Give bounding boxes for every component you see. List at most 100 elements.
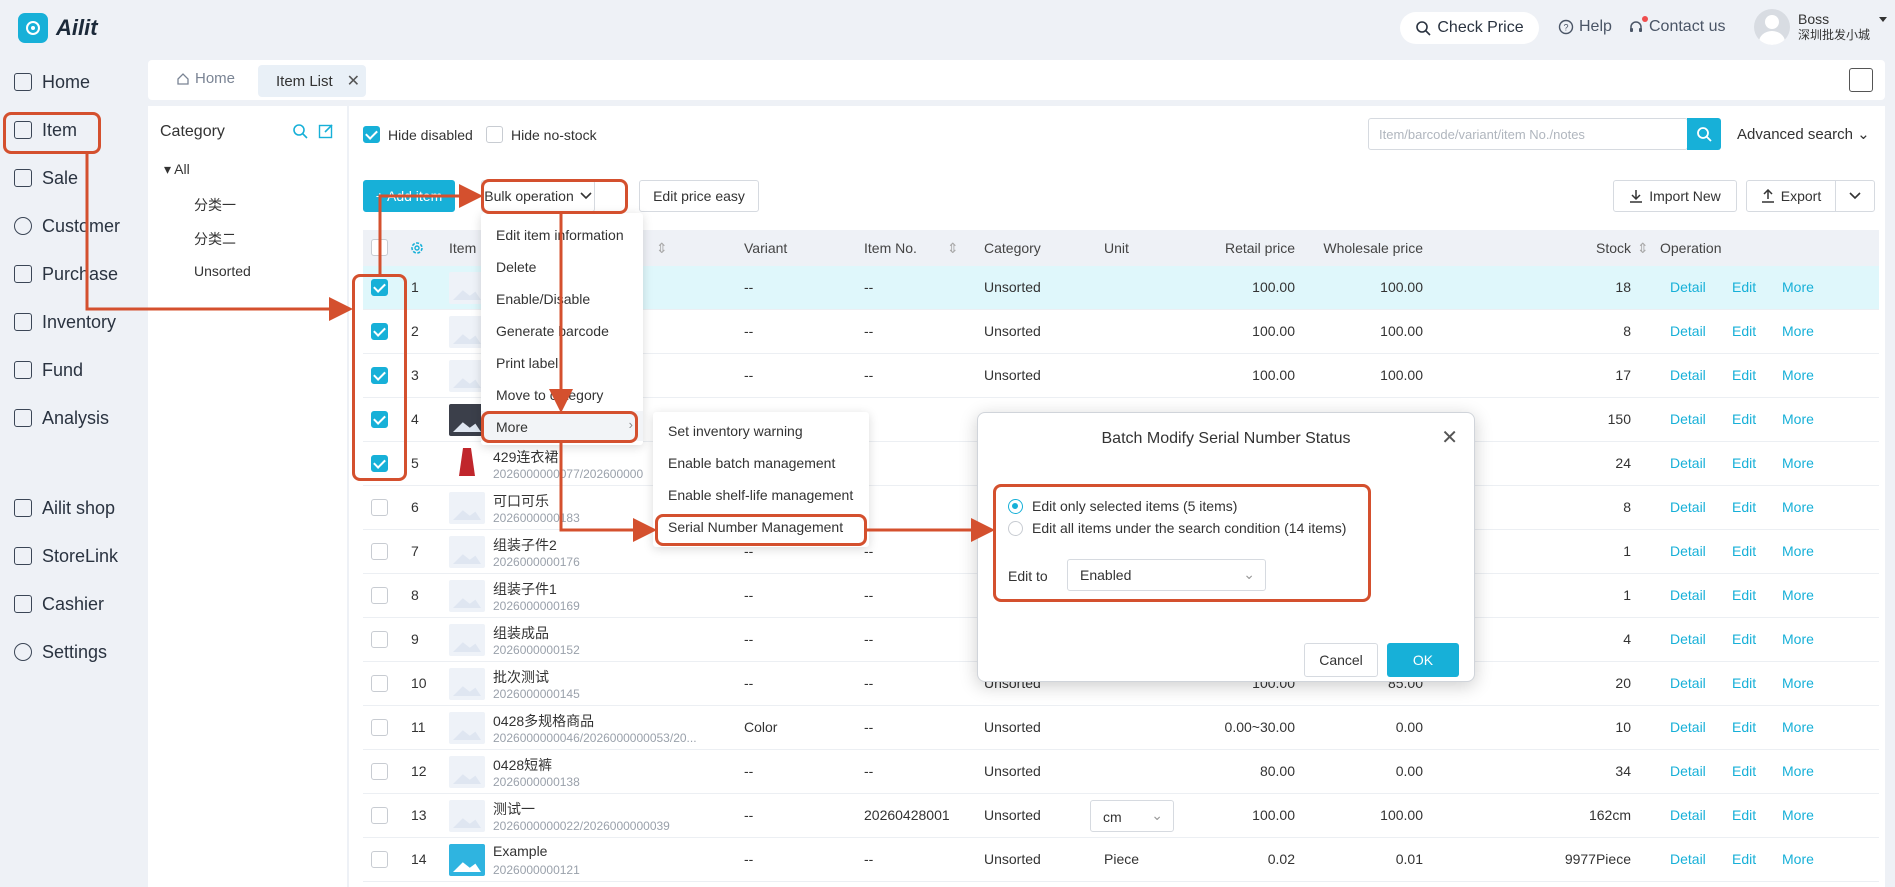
detail-link[interactable]: Detail xyxy=(1670,851,1706,867)
row-checkbox[interactable] xyxy=(371,543,388,560)
row-checkbox[interactable] xyxy=(371,807,388,824)
advanced-search-toggle[interactable]: Advanced search ⌄ xyxy=(1737,125,1870,143)
category-item[interactable]: 分类一 xyxy=(194,195,236,215)
row-checkbox[interactable] xyxy=(371,411,388,428)
row-checkbox[interactable] xyxy=(371,279,388,296)
close-icon[interactable]: ✕ xyxy=(347,71,360,91)
menu-item-enable-disable[interactable]: Enable/Disable xyxy=(481,291,590,307)
sidebar-item-analysis[interactable]: Analysis xyxy=(14,404,109,432)
menu-item-serial-number-management[interactable]: Serial Number Management xyxy=(653,519,843,535)
select-all-checkbox[interactable] xyxy=(371,239,388,256)
detail-link[interactable]: Detail xyxy=(1670,675,1706,691)
more-link[interactable]: More xyxy=(1782,587,1814,603)
table-row[interactable]: 12 0428短裤 2026000000138 -- -- Unsorted 8… xyxy=(363,750,1879,794)
hide-disabled-checkbox[interactable] xyxy=(363,126,380,143)
row-checkbox[interactable] xyxy=(371,455,388,472)
edit-link[interactable]: Edit xyxy=(1732,631,1756,647)
column-header-stock[interactable]: Stock xyxy=(1533,240,1631,256)
detail-link[interactable]: Detail xyxy=(1670,763,1706,779)
hide-no-stock-filter[interactable]: Hide no-stock xyxy=(486,126,597,143)
edit-link[interactable]: Edit xyxy=(1732,455,1756,471)
menu-item-delete[interactable]: Delete xyxy=(481,259,536,275)
category-all[interactable]: ▾ All xyxy=(164,161,190,178)
more-link[interactable]: More xyxy=(1782,631,1814,647)
edit-link[interactable]: Edit xyxy=(1732,719,1756,735)
more-link[interactable]: More xyxy=(1782,807,1814,823)
edit-link[interactable]: Edit xyxy=(1732,367,1756,383)
table-row[interactable]: 13 测试一 2026000000022/2026000000039 -- 20… xyxy=(363,794,1879,838)
search-icon[interactable] xyxy=(292,123,308,139)
bulk-operation-button[interactable]: Bulk operation xyxy=(481,180,595,212)
detail-link[interactable]: Detail xyxy=(1670,323,1706,339)
user-menu[interactable]: Boss 深圳批发小城 xyxy=(1754,9,1888,45)
menu-item-edit-item-information[interactable]: Edit item information xyxy=(481,227,624,243)
row-checkbox[interactable] xyxy=(371,675,388,692)
sidebar-item-settings[interactable]: Settings xyxy=(14,638,107,666)
menu-item-more[interactable]: More › xyxy=(481,411,643,441)
option-all-items[interactable]: Edit all items under the search conditio… xyxy=(1008,520,1346,536)
gear-icon[interactable] xyxy=(409,240,425,256)
sidebar-item-item[interactable]: Item xyxy=(14,116,77,144)
more-link[interactable]: More xyxy=(1782,279,1814,295)
fullscreen-icon[interactable] xyxy=(1849,68,1873,92)
edit-link[interactable]: Edit xyxy=(1732,499,1756,515)
radio-selected-items[interactable] xyxy=(1008,498,1023,514)
detail-link[interactable]: Detail xyxy=(1670,279,1706,295)
sort-icon[interactable]: ⇕ xyxy=(947,240,959,257)
row-checkbox[interactable] xyxy=(371,763,388,780)
search-input[interactable]: Item/barcode/variant/item No./notes xyxy=(1368,118,1688,150)
row-checkbox[interactable] xyxy=(371,323,388,340)
edit-to-select[interactable]: Enabled ⌄ xyxy=(1067,559,1266,591)
sidebar-item-purchase[interactable]: Purchase xyxy=(14,260,118,288)
detail-link[interactable]: Detail xyxy=(1670,411,1706,427)
edit-link[interactable]: Edit xyxy=(1732,587,1756,603)
more-link[interactable]: More xyxy=(1782,455,1814,471)
detail-link[interactable]: Detail xyxy=(1670,719,1706,735)
sidebar-item-sale[interactable]: Sale xyxy=(14,164,78,192)
option-selected-items[interactable]: Edit only selected items (5 items) xyxy=(1008,498,1237,514)
tab-home[interactable]: Home xyxy=(176,70,235,87)
add-item-button[interactable]: + Add item xyxy=(363,180,455,212)
more-link[interactable]: More xyxy=(1782,367,1814,383)
table-row[interactable]: 14 Example 2026000000121 -- -- Unsorted … xyxy=(363,838,1879,882)
export-button[interactable]: Export xyxy=(1746,180,1836,212)
menu-item-move-to-category[interactable]: Move to category xyxy=(481,387,603,403)
import-new-button[interactable]: Import New xyxy=(1613,180,1737,212)
sort-icon[interactable]: ⇕ xyxy=(1637,240,1649,257)
edit-link[interactable]: Edit xyxy=(1732,675,1756,691)
more-link[interactable]: More xyxy=(1782,411,1814,427)
category-item[interactable]: Unsorted xyxy=(194,263,251,279)
more-link[interactable]: More xyxy=(1782,851,1814,867)
sidebar-item-storelink[interactable]: StoreLink xyxy=(14,542,118,570)
sidebar-item-customer[interactable]: Customer xyxy=(14,212,120,240)
more-link[interactable]: More xyxy=(1782,763,1814,779)
sidebar-item-cashier[interactable]: Cashier xyxy=(14,590,104,618)
category-item[interactable]: 分类二 xyxy=(194,229,236,249)
edit-link[interactable]: Edit xyxy=(1732,807,1756,823)
more-link[interactable]: More xyxy=(1782,499,1814,515)
menu-item-enable-shelf-life-management[interactable]: Enable shelf-life management xyxy=(653,487,853,503)
edit-link[interactable]: Edit xyxy=(1732,543,1756,559)
hide-disabled-filter[interactable]: Hide disabled xyxy=(363,126,473,143)
tab-item-list[interactable]: Item List ✕ xyxy=(258,65,366,97)
row-checkbox[interactable] xyxy=(371,851,388,868)
detail-link[interactable]: Detail xyxy=(1670,499,1706,515)
radio-all-items[interactable] xyxy=(1008,520,1023,536)
hide-no-stock-checkbox[interactable] xyxy=(486,126,503,143)
edit-link[interactable]: Edit xyxy=(1732,411,1756,427)
edit-icon[interactable] xyxy=(318,123,334,139)
detail-link[interactable]: Detail xyxy=(1670,587,1706,603)
row-checkbox[interactable] xyxy=(371,719,388,736)
edit-price-easy-button[interactable]: Edit price easy xyxy=(639,180,759,212)
column-header-item-no[interactable]: Item No. xyxy=(864,240,917,256)
menu-item-print-label[interactable]: Print label xyxy=(481,355,558,371)
more-link[interactable]: More xyxy=(1782,323,1814,339)
sidebar-item-fund[interactable]: Fund xyxy=(14,356,83,384)
check-price-button[interactable]: Check Price xyxy=(1400,12,1539,44)
row-checkbox[interactable] xyxy=(371,631,388,648)
edit-link[interactable]: Edit xyxy=(1732,763,1756,779)
detail-link[interactable]: Detail xyxy=(1670,543,1706,559)
search-button[interactable] xyxy=(1687,118,1721,150)
menu-item-generate-barcode[interactable]: Generate barcode xyxy=(481,323,609,339)
unit-select[interactable]: cm ⌄ xyxy=(1090,800,1174,832)
